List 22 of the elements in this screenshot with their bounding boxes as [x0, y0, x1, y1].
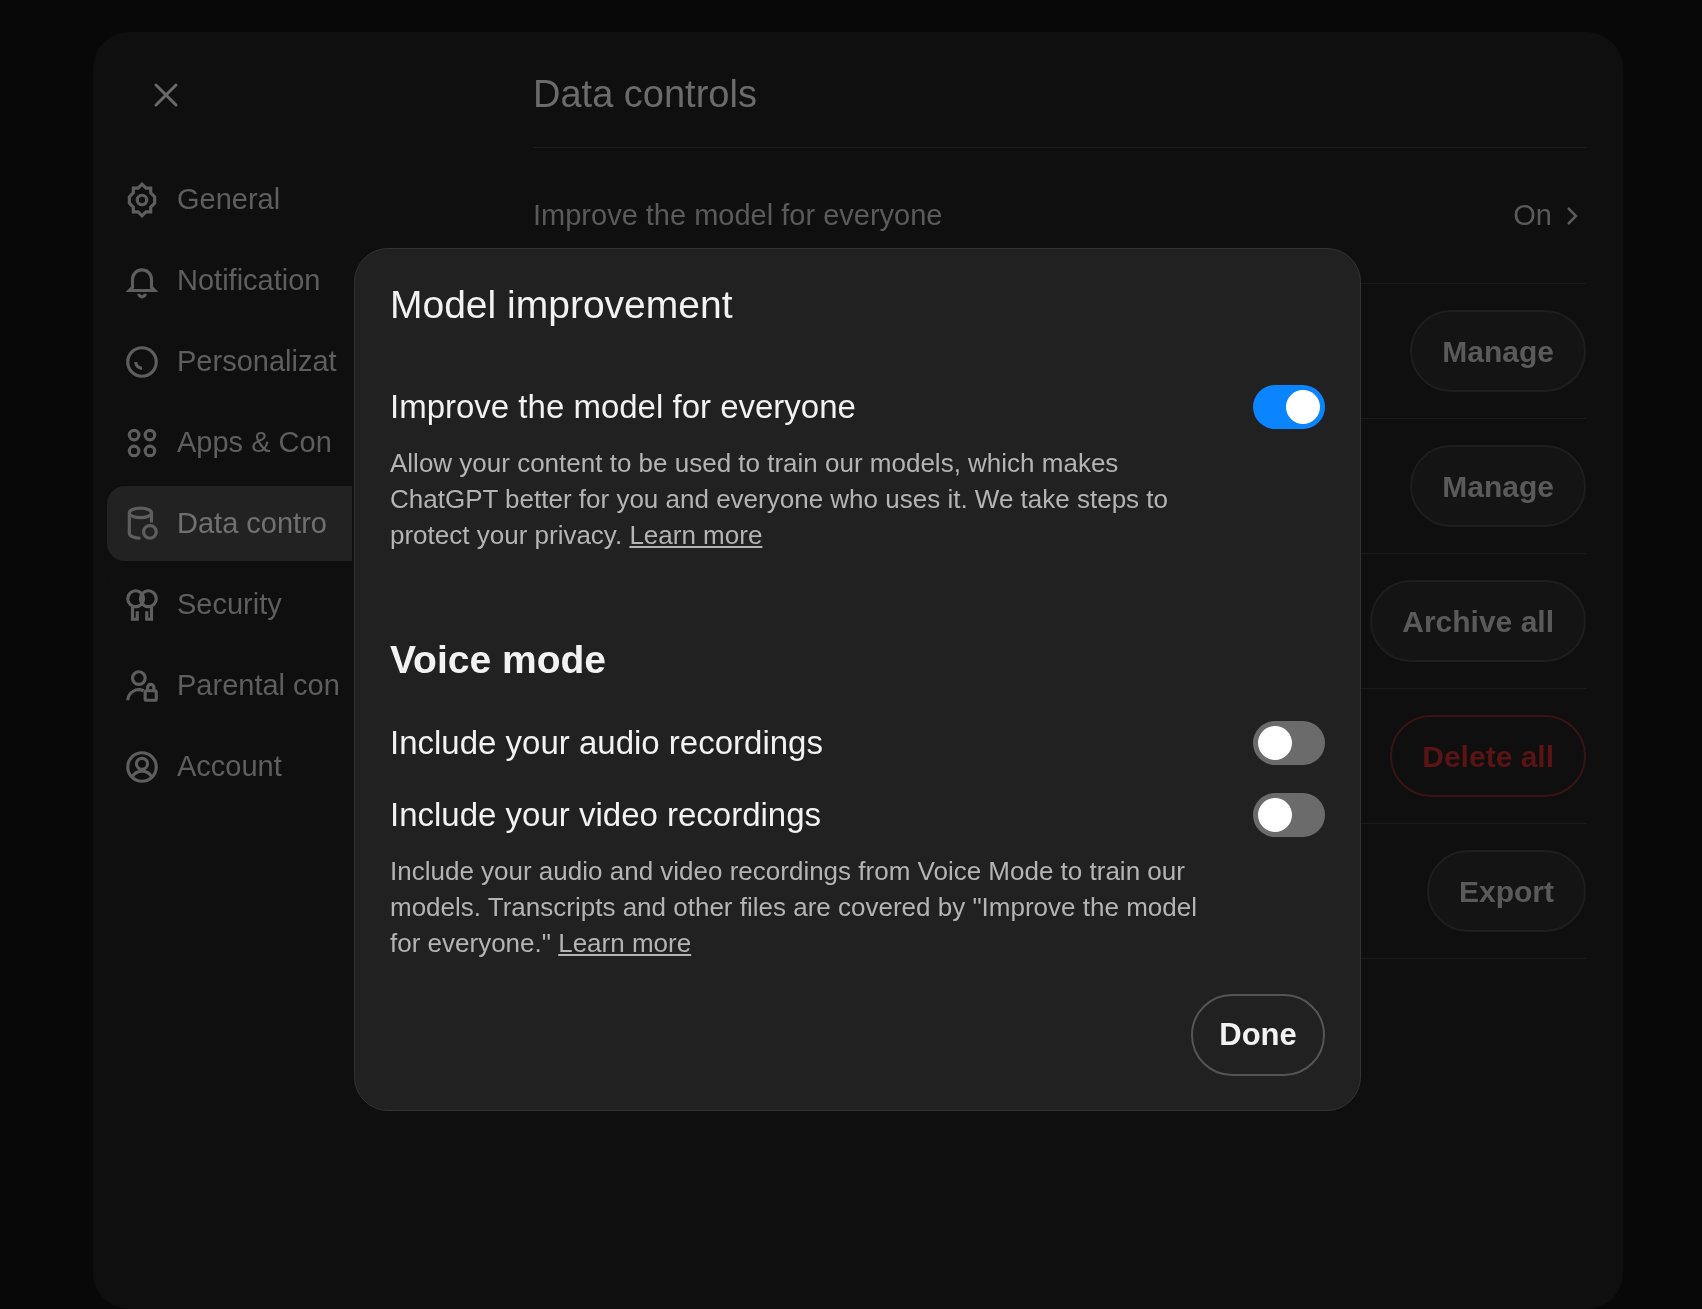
learn-more-link[interactable]: Learn more: [629, 520, 763, 550]
toggle-switch[interactable]: [1253, 793, 1325, 837]
action-button[interactable]: Manage: [1410, 310, 1586, 392]
action-button[interactable]: Archive all: [1370, 580, 1586, 662]
setting-label: Include your video recordings: [390, 795, 822, 836]
setting-label: Improve the model for everyone: [390, 387, 856, 428]
sidebar-item[interactable]: Data contro: [107, 486, 352, 561]
description: Allow your content to be used to train our models, which makes ChatGPT better for you and everyone who uses it. We take steps to protect your privacy. Learn more: [390, 447, 1169, 552]
setting-value-button[interactable]: On: [1513, 193, 1586, 238]
chevron-right-icon: [1566, 205, 1578, 226]
learn-more-link[interactable]: Learn more: [558, 928, 692, 958]
action-button[interactable]: Export: [1427, 850, 1586, 932]
toggle-switch[interactable]: [1253, 721, 1325, 765]
toggle-switch[interactable]: [1253, 385, 1325, 429]
action-button[interactable]: Manage: [1410, 445, 1586, 527]
dialog-title: Model improvement: [390, 282, 734, 328]
page-title: Data controls: [533, 66, 1586, 148]
section-heading: Voice mode: [390, 637, 607, 683]
setting-label: Include your audio recordings: [390, 723, 823, 764]
done-button[interactable]: Done: [1191, 994, 1325, 1076]
setting-label: Improve the model for everyone: [533, 197, 943, 233]
description: Include your audio and video recordings from Voice Mode to train our models. Transcripts and other files are covered by "Improve the model for everyone." Learn more: [390, 855, 1198, 960]
